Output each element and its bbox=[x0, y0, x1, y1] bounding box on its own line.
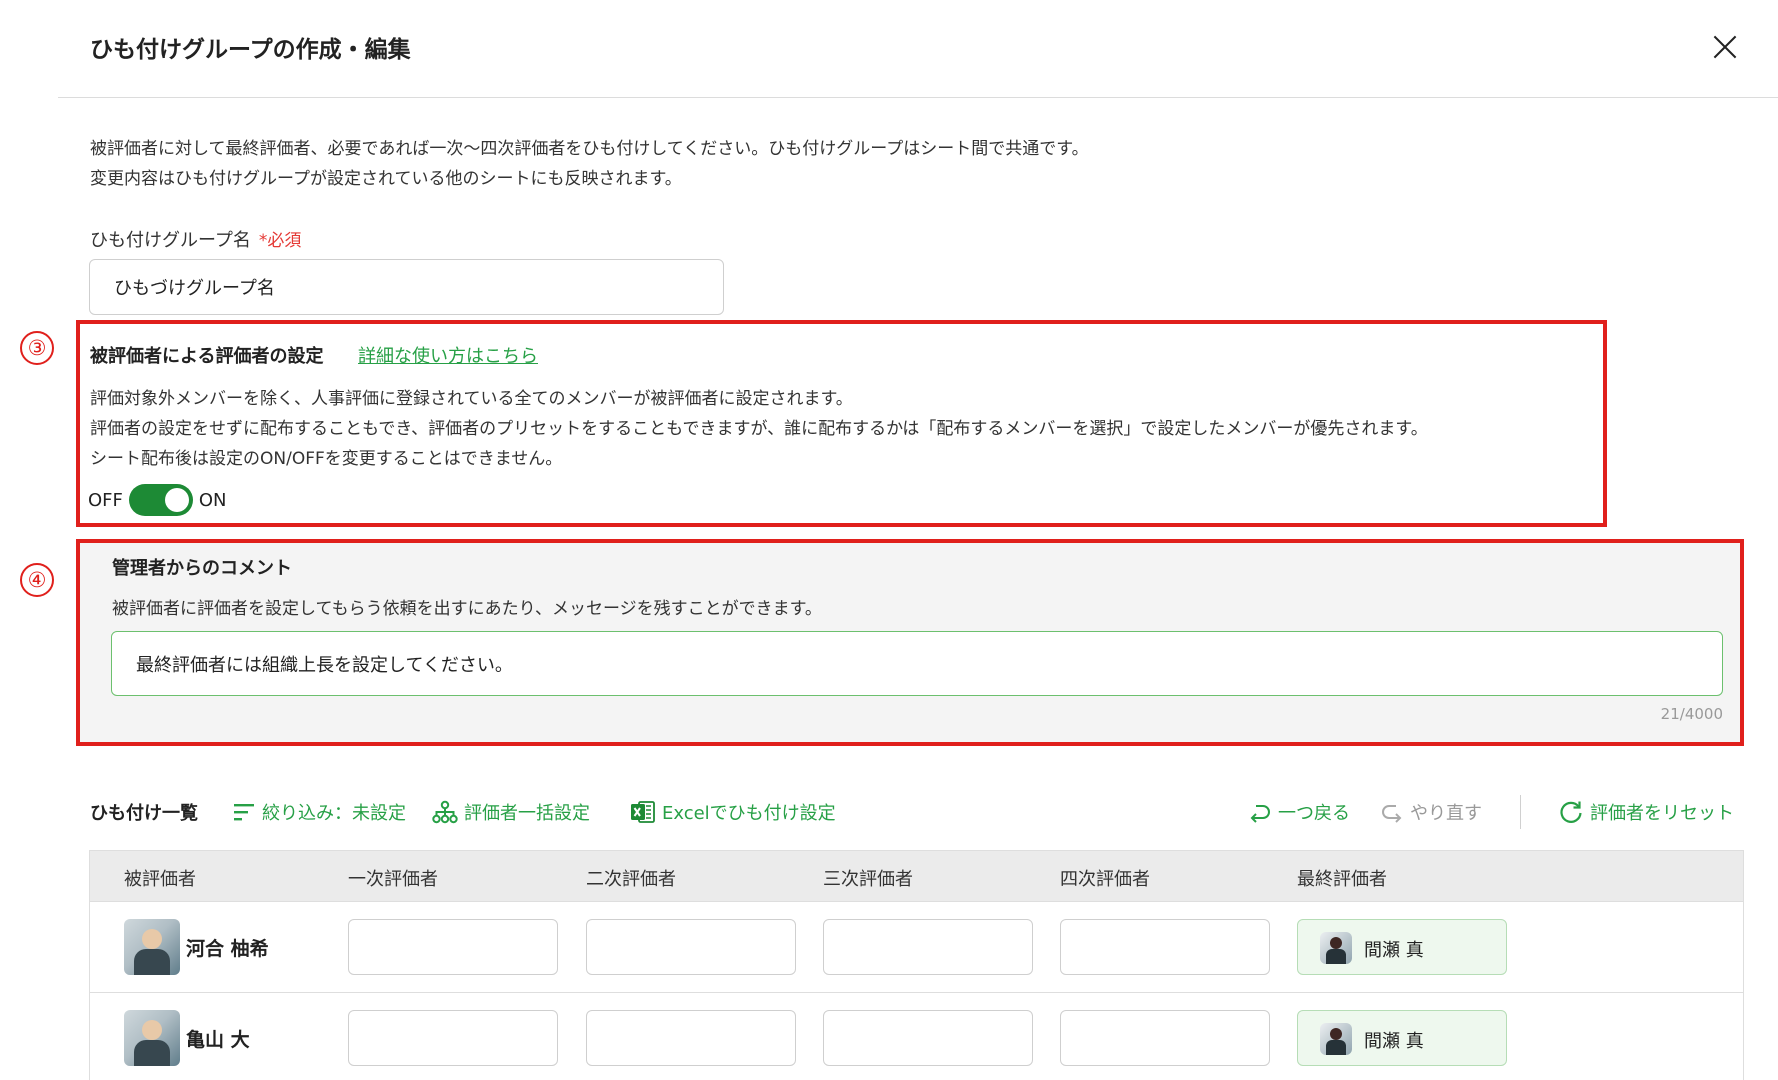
bulk-evaluator-button[interactable]: 評価者一括設定 bbox=[432, 799, 590, 825]
bulk-evaluator-label: 評価者一括設定 bbox=[464, 803, 590, 824]
first-evaluator-slot[interactable] bbox=[348, 1010, 558, 1066]
final-evaluator-name: 間瀬 真 bbox=[1364, 940, 1424, 961]
redo-button[interactable]: やり直す bbox=[1380, 799, 1482, 825]
link-list-toolbar: ひも付け一覧 絞り込み：未設定 評価者一括設定 Excelでひも付け設定 一つ戻… bbox=[90, 795, 1744, 829]
final-evaluator-slot[interactable]: 間瀬 真 bbox=[1297, 919, 1507, 975]
group-name-label-text: ひも付けグループ名 bbox=[90, 230, 251, 251]
undo-button[interactable]: 一つ戻る bbox=[1248, 799, 1350, 825]
modal-header: ひも付けグループの作成・編集 bbox=[58, 0, 1778, 98]
header-third-evaluator: 三次評価者 bbox=[823, 869, 913, 890]
header-fourth-evaluator: 四次評価者 bbox=[1060, 869, 1150, 890]
required-mark: *必須 bbox=[258, 231, 302, 251]
toolbar-divider bbox=[1520, 795, 1521, 829]
intro-line-2: 変更内容はひも付けグループが設定されている他のシートにも反映されます。 bbox=[90, 169, 682, 189]
group-name-input[interactable] bbox=[89, 259, 724, 315]
redo-label: やり直す bbox=[1410, 803, 1482, 824]
link-list-title: ひも付け一覧 bbox=[90, 803, 198, 824]
excel-icon bbox=[631, 801, 655, 823]
final-evaluator-name: 間瀬 真 bbox=[1364, 1031, 1424, 1052]
table-row: 亀山 大 間瀬 真 bbox=[89, 993, 1744, 1080]
intro-text: 被評価者に対して最終評価者、必要であれば一次〜四次評価者をひも付けしてください。… bbox=[90, 134, 1089, 194]
header-evaluatee: 被評価者 bbox=[124, 869, 196, 890]
second-evaluator-slot[interactable] bbox=[586, 1010, 796, 1066]
group-name-label: ひも付けグループ名 *必須 bbox=[90, 226, 301, 252]
first-evaluator-slot[interactable] bbox=[348, 919, 558, 975]
avatar bbox=[1320, 932, 1352, 964]
undo-icon bbox=[1250, 805, 1270, 823]
table-header: 被評価者 一次評価者 二次評価者 三次評価者 四次評価者 最終評価者 bbox=[89, 850, 1744, 902]
header-final-evaluator: 最終評価者 bbox=[1297, 869, 1387, 890]
modal-title: ひも付けグループの作成・編集 bbox=[90, 37, 411, 63]
annotation-marker-4: ④ bbox=[20, 563, 54, 597]
evaluatee-name: 亀山 大 bbox=[186, 1029, 250, 1051]
avatar bbox=[124, 919, 180, 975]
table-row: 河合 柚希 間瀬 真 bbox=[89, 902, 1744, 993]
avatar bbox=[124, 1010, 180, 1066]
redo-icon bbox=[1382, 805, 1402, 823]
second-evaluator-slot[interactable] bbox=[586, 919, 796, 975]
header-first-evaluator: 一次評価者 bbox=[348, 869, 438, 890]
highlight-box-4 bbox=[76, 539, 1744, 746]
highlight-box-3 bbox=[76, 320, 1607, 527]
link-table: 被評価者 一次評価者 二次評価者 三次評価者 四次評価者 最終評価者 河合 柚希… bbox=[89, 850, 1744, 1080]
evaluatee-name: 河合 柚希 bbox=[186, 938, 269, 960]
close-icon[interactable] bbox=[1708, 30, 1742, 64]
filter-label: 絞り込み：未設定 bbox=[262, 803, 406, 824]
third-evaluator-slot[interactable] bbox=[823, 919, 1033, 975]
reset-evaluator-button[interactable]: 評価者をリセット bbox=[1558, 799, 1734, 825]
final-evaluator-slot[interactable]: 間瀬 真 bbox=[1297, 1010, 1507, 1066]
excel-link-button[interactable]: Excelでひも付け設定 bbox=[630, 799, 836, 825]
intro-line-1: 被評価者に対して最終評価者、必要であれば一次〜四次評価者をひも付けしてください。… bbox=[90, 139, 1089, 159]
fourth-evaluator-slot[interactable] bbox=[1060, 919, 1270, 975]
header-second-evaluator: 二次評価者 bbox=[586, 869, 676, 890]
fourth-evaluator-slot[interactable] bbox=[1060, 1010, 1270, 1066]
filter-icon bbox=[234, 804, 254, 821]
filter-button[interactable]: 絞り込み：未設定 bbox=[232, 799, 406, 825]
hierarchy-icon bbox=[432, 800, 458, 824]
reset-evaluator-label: 評価者をリセット bbox=[1590, 803, 1734, 824]
avatar bbox=[1320, 1023, 1352, 1055]
annotation-marker-3: ③ bbox=[20, 331, 54, 365]
reset-icon bbox=[1560, 801, 1582, 823]
excel-link-label: Excelでひも付け設定 bbox=[662, 803, 836, 824]
third-evaluator-slot[interactable] bbox=[823, 1010, 1033, 1066]
undo-label: 一つ戻る bbox=[1278, 803, 1350, 824]
